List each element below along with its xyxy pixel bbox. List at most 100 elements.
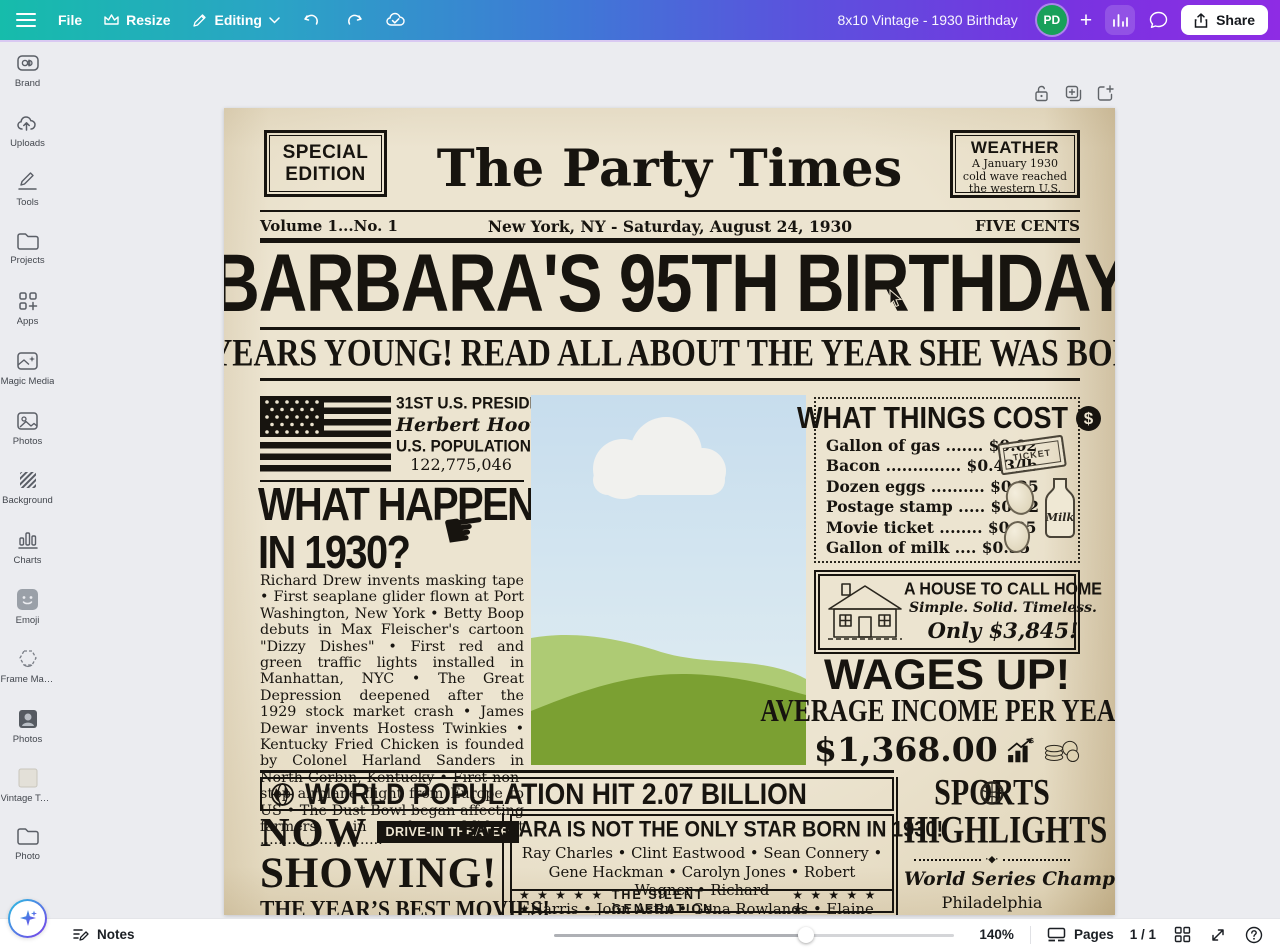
zoom-slider[interactable]	[554, 927, 954, 943]
background-icon	[17, 469, 39, 491]
bar-chart-icon	[1112, 13, 1128, 27]
add-page-icon[interactable]	[1096, 84, 1115, 103]
comments-button[interactable]	[1148, 10, 1168, 30]
sidebar-item-projects[interactable]: Projects	[0, 231, 55, 291]
cloud-save-status-icon[interactable]	[386, 10, 406, 30]
share-button[interactable]: Share	[1181, 5, 1268, 35]
sports-highlights-block[interactable]: SPORTS HIGHLIGHTS ·◆· World Series Champ…	[904, 776, 1080, 915]
avatar[interactable]: PD	[1037, 5, 1067, 35]
divider	[260, 770, 894, 773]
sidebar-item-uploads[interactable]: Uploads	[0, 112, 55, 172]
insights-button[interactable]	[1105, 5, 1135, 35]
pointing-hand-icon: ☛	[439, 501, 490, 557]
president-block[interactable]: 31ST U.S. PRESIDENT Herbert Hoover U.S. …	[396, 395, 526, 475]
sidebar-item-vintage-texture[interactable]: Vintage Tex...	[0, 767, 55, 827]
weather-line: the western U.S.	[956, 183, 1074, 196]
house-ad-box[interactable]: A HOUSE TO CALL HOME Simple. Solid. Time…	[814, 570, 1080, 654]
undo-button[interactable]	[302, 10, 322, 30]
masthead-title[interactable]: The Party Times	[394, 130, 945, 208]
sidebar-label: Background	[2, 495, 53, 506]
weather-box[interactable]: WEATHER A January 1930 cold wave reached…	[950, 130, 1080, 198]
sub-headline-text: 95 YEARS YOUNG! READ ALL ABOUT THE YEAR …	[224, 331, 1115, 375]
sidebar-item-photos-thumb[interactable]: Photos	[0, 708, 55, 768]
president-label: 31ST U.S. PRESIDENT	[396, 394, 526, 413]
now-showing-word1: NOW	[260, 812, 369, 852]
special-edition-line2: EDITION	[285, 164, 366, 186]
costs-box[interactable]: WHAT THINGS COST $ Gallon of gas .......…	[814, 397, 1080, 563]
undo-icon	[303, 13, 321, 28]
file-menu[interactable]: File	[58, 12, 82, 28]
menu-icon[interactable]	[16, 13, 36, 27]
stars-glyphs: ★ ★ ★ ★ ★ ★	[792, 888, 885, 916]
sidebar-item-frame-maker[interactable]: Frame Maker	[0, 648, 55, 708]
divider	[260, 210, 1080, 212]
resize-label: Resize	[126, 12, 170, 28]
sub-headline[interactable]: 95 YEARS YOUNG! READ ALL ABOUT THE YEAR …	[224, 331, 1115, 376]
population-banner-text: WORLD POPULATION HIT 2.07 BILLION	[305, 776, 807, 811]
uploads-icon	[16, 112, 40, 134]
notes-button[interactable]: Notes	[72, 926, 135, 943]
sidebar-label: Tools	[16, 197, 38, 208]
sidebar-item-magic-media[interactable]: Magic Media	[0, 350, 55, 410]
photo-folder-icon	[16, 827, 40, 847]
document-title[interactable]: 8x10 Vintage - 1930 Birthday	[838, 12, 1018, 28]
house-price: Only $3,845!	[904, 618, 1102, 644]
zoom-slider-handle[interactable]	[798, 927, 814, 943]
sidebar-label: Frame Maker	[1, 674, 55, 685]
vintage-texture-icon	[17, 767, 39, 789]
notes-icon	[72, 926, 89, 943]
wages-amount: $1,368.00	[814, 730, 998, 769]
sidebar-label: Brand	[15, 78, 40, 89]
resize-button[interactable]: Resize	[104, 12, 170, 28]
sidebar-item-charts[interactable]: Charts	[0, 529, 55, 589]
sidebar-item-photos[interactable]: Photos	[0, 410, 55, 470]
special-edition-box[interactable]: SPECIAL EDITION	[264, 130, 387, 197]
sports-title-line2: HIGHLIGHTS	[904, 809, 1080, 852]
price-label[interactable]: FIVE CENTS	[975, 217, 1080, 235]
sidebar-label: Photos	[13, 436, 43, 447]
now-showing-word2: SHOWING!	[260, 852, 498, 896]
grid-view-button[interactable]	[1172, 925, 1192, 945]
wages-subtitle-text: AVERAGE INCOME PER YEAR	[760, 695, 1115, 730]
divider	[896, 777, 898, 915]
fullscreen-button[interactable]	[1208, 925, 1228, 945]
weather-line: A January 1930	[956, 158, 1074, 171]
help-button[interactable]	[1244, 925, 1264, 945]
stars-title: BARBARA IS NOT THE ONLY STAR BORN IN 193…	[461, 818, 943, 844]
stars-born-box[interactable]: BARBARA IS NOT THE ONLY STAR BORN IN 193…	[510, 814, 894, 913]
silent-generation-label: THE SILENT GENERATION	[612, 888, 792, 916]
pages-button[interactable]: Pages	[1047, 927, 1114, 943]
sidebar-item-background[interactable]: Background	[0, 469, 55, 529]
file-menu-label: File	[58, 12, 82, 28]
sidebar-label: Emoji	[16, 615, 40, 626]
add-member-button[interactable]: +	[1080, 10, 1092, 31]
population-banner[interactable]: WORLD POPULATION HIT 2.07 BILLION	[260, 777, 894, 811]
sidebar-item-photo-folder[interactable]: Photo	[0, 827, 55, 887]
cloud-check-icon	[386, 12, 406, 28]
main-headline[interactable]: BARBARA'S 95TH BIRTHDAY	[224, 241, 1115, 325]
sidebar-item-emoji[interactable]: Emoji	[0, 588, 55, 648]
canva-assistant-button[interactable]	[8, 899, 47, 938]
wages-title[interactable]: WAGES UP!	[814, 653, 1080, 697]
design-canvas[interactable]: SPECIAL EDITION The Party Times WEATHER …	[224, 108, 1115, 915]
sidebar-item-apps[interactable]: Apps	[0, 290, 55, 350]
sidebar-item-tools[interactable]: Tools	[0, 171, 55, 231]
editing-mode-dropdown[interactable]: Editing	[192, 12, 279, 28]
sidebar-item-brand[interactable]: Brand	[0, 52, 55, 112]
main-headline-text: BARBARA'S 95TH BIRTHDAY	[224, 236, 1115, 330]
sidebar-label: Photo	[15, 851, 40, 862]
stars-glyphs: ★ ★ ★ ★ ★ ★	[519, 888, 612, 916]
left-sidebar: Brand Uploads Tools Projects Apps Magic …	[0, 44, 55, 918]
redo-button[interactable]	[344, 10, 364, 30]
unlock-icon[interactable]	[1032, 84, 1051, 103]
sidebar-label: Projects	[10, 255, 44, 266]
wages-amount-row[interactable]: $1,368.00 $	[814, 730, 1080, 769]
sidebar-label: Magic Media	[1, 376, 55, 387]
zoom-level[interactable]: 140%	[970, 927, 1014, 942]
dateline[interactable]: New York, NY - Saturday, August 24, 1930	[260, 217, 1080, 236]
us-flag-illustration[interactable]	[260, 396, 391, 474]
duplicate-page-icon[interactable]	[1064, 84, 1083, 103]
wages-subtitle[interactable]: AVERAGE INCOME PER YEAR	[814, 698, 1080, 726]
house-title: A HOUSE TO CALL HOME	[904, 580, 1102, 600]
globe-icon	[270, 782, 295, 807]
